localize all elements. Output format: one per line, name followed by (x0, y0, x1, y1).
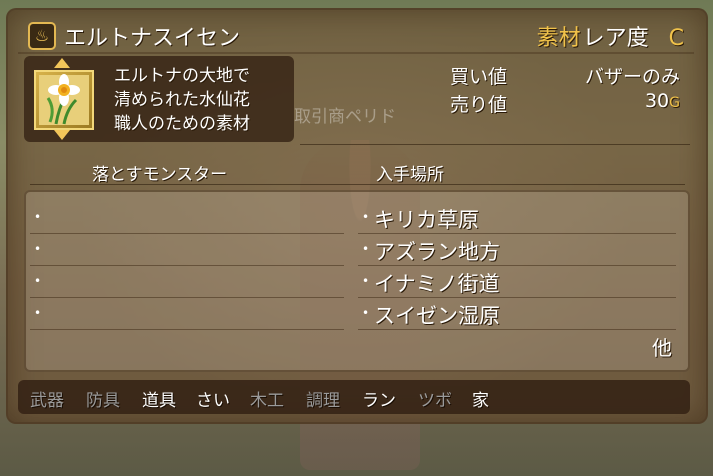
locations-header: 入手場所 (376, 165, 444, 185)
category-tab-house[interactable]: 家 (472, 386, 489, 411)
category-tab-armor[interactable]: 防具 (86, 386, 120, 411)
rarity-label: レア度 (582, 26, 649, 51)
buy-price-value: バザーのみ (584, 66, 680, 88)
category-tab-sewing[interactable]: さい (196, 386, 230, 411)
category-tab-pot[interactable]: ツボ (418, 386, 452, 411)
bullet-icon: • (362, 274, 370, 288)
bullet-icon: • (34, 242, 42, 256)
price-separator (300, 144, 690, 145)
item-name: エルトナスイセン (64, 26, 241, 51)
monster-row[interactable]: • (26, 204, 348, 234)
bullet-icon: • (34, 306, 42, 320)
location-row[interactable]: • アズラン地方 (354, 236, 680, 266)
category-tab-cooking[interactable]: 調理 (306, 386, 340, 411)
category-tab-weapon[interactable]: 武器 (30, 386, 64, 411)
buy-price-label: 買い値 (450, 66, 508, 88)
sell-price-row: 売り値 30G (450, 90, 690, 118)
daffodil-item-icon (34, 70, 94, 130)
sell-price-value: 30G (645, 90, 680, 112)
location-name: アズラン地方 (374, 240, 500, 264)
rarity-display: 素材レア度 C (537, 20, 684, 52)
bullet-icon: • (362, 242, 370, 256)
gold-unit: G (669, 95, 680, 111)
price-area: 買い値 バザーのみ 売り値 30G (450, 62, 690, 118)
location-name: キリカ草原 (374, 208, 479, 232)
scroll-down-arrow-icon[interactable] (54, 130, 70, 140)
location-name: スイゼン湿原 (374, 304, 500, 328)
item-title-bar: ♨ エルトナスイセン 素材レア度 C (18, 16, 694, 54)
monster-row[interactable]: • (26, 236, 348, 266)
monsters-header: 落とすモンスター (92, 165, 228, 185)
bullet-icon: • (362, 306, 370, 320)
item-description-box: エルトナの大地で 清められた水仙花 職人のための素材 (24, 56, 294, 142)
location-row[interactable]: • スイゼン湿原 (354, 300, 680, 330)
item-category-icon: ♨ (28, 22, 56, 50)
location-name: イナミノ街道 (374, 272, 500, 296)
item-description: エルトナの大地で 清められた水仙花 職人のための素材 (114, 66, 250, 134)
monster-row[interactable]: • (26, 268, 348, 298)
category-tab-lamp[interactable]: ラン (362, 386, 396, 411)
monster-row[interactable]: • (26, 300, 348, 330)
location-row[interactable]: • イナミノ街道 (354, 268, 680, 298)
sell-price-amount: 30 (644, 90, 670, 112)
material-label: 素材 (536, 26, 581, 51)
category-tab-tool[interactable]: 道具 (142, 386, 176, 411)
location-row[interactable]: • キリカ草原 (354, 204, 680, 234)
bullet-icon: • (34, 210, 42, 224)
more-locations-link[interactable]: 他 (652, 332, 672, 361)
bullet-icon: • (362, 210, 370, 224)
background-npc-name: 取引商ペリド (294, 107, 396, 127)
craft-category-bar: 武器 防具 道具 さい 木工 調理 ラン ツボ 家 (18, 380, 690, 414)
buy-price-row: 買い値 バザーのみ (450, 62, 690, 90)
rarity-grade: C (668, 26, 684, 51)
category-tab-woodwork[interactable]: 木工 (250, 386, 284, 411)
scroll-up-arrow-icon[interactable] (54, 58, 70, 68)
bullet-icon: • (34, 274, 42, 288)
sell-price-label: 売り値 (450, 94, 508, 116)
